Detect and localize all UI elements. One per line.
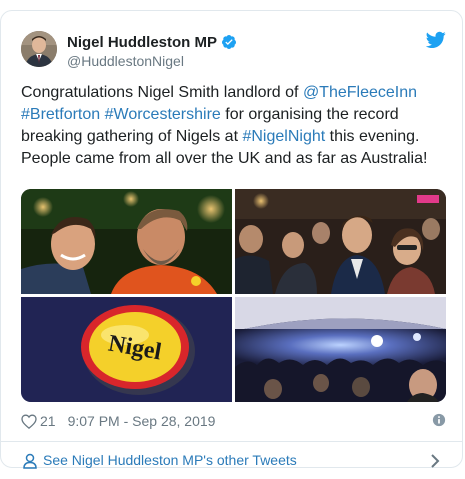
photo-pub-crowd[interactable] bbox=[235, 189, 446, 294]
mention-link[interactable]: @TheFleeceInn bbox=[303, 84, 417, 101]
info-icon[interactable] bbox=[432, 413, 446, 427]
hashtag-link[interactable]: #Bretforton bbox=[21, 106, 100, 123]
footer-link[interactable]: See Nigel Huddleston MP's other Tweets bbox=[43, 452, 297, 468]
chevron-right-icon[interactable] bbox=[430, 454, 440, 468]
photo-selfie[interactable] bbox=[21, 189, 232, 294]
photo-grid: Nigel bbox=[21, 189, 446, 402]
like-count: 21 bbox=[40, 413, 56, 429]
tweet-card: Nigel Huddleston MP @HuddlestonNigel Con… bbox=[0, 10, 463, 469]
photo-nigel-badge[interactable]: Nigel bbox=[21, 297, 232, 402]
like-button[interactable]: 21 bbox=[21, 413, 56, 429]
hashtag-link[interactable]: #NigelNight bbox=[242, 128, 325, 145]
display-name[interactable]: Nigel Huddleston MP bbox=[67, 34, 217, 51]
twitter-bird-icon[interactable] bbox=[426, 31, 446, 49]
photo-marquee-crowd[interactable] bbox=[235, 297, 446, 402]
tweet-header: Nigel Huddleston MP @HuddlestonNigel bbox=[21, 31, 446, 71]
user-handle[interactable]: @HuddlestonNigel bbox=[67, 53, 184, 69]
verified-badge-icon bbox=[221, 35, 236, 49]
heart-icon bbox=[21, 413, 37, 429]
tweet-text-segment: Congratulations Nigel Smith landlord of bbox=[21, 84, 303, 101]
avatar[interactable] bbox=[21, 31, 57, 67]
tweet-meta: 21 9:07 PM - Sep 28, 2019 bbox=[21, 411, 446, 431]
name-line: Nigel Huddleston MP bbox=[67, 32, 237, 52]
tweet-text: Congratulations Nigel Smith landlord of … bbox=[21, 82, 446, 170]
user-icon bbox=[23, 453, 37, 469]
hashtag-link[interactable]: #Worcestershire bbox=[105, 106, 221, 123]
footer-other-tweets[interactable]: See Nigel Huddleston MP's other Tweets bbox=[1, 441, 462, 479]
timestamp[interactable]: 9:07 PM - Sep 28, 2019 bbox=[68, 413, 216, 429]
